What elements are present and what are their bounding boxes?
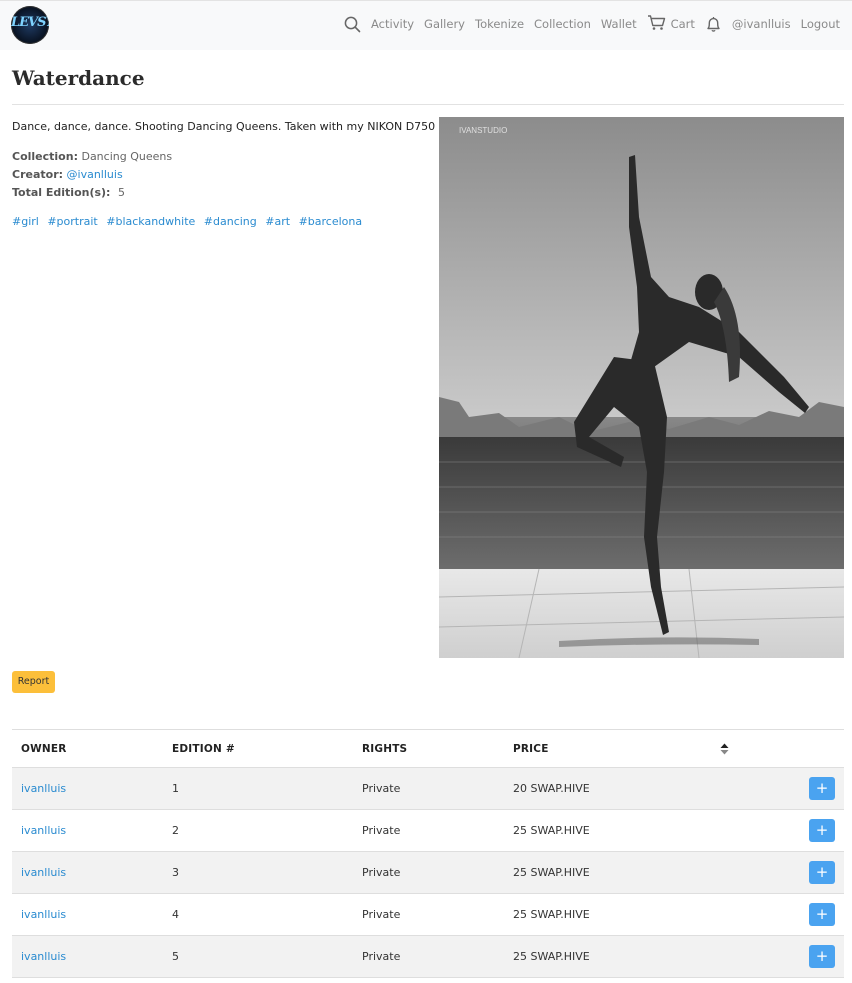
header-edition: EDITION #	[172, 742, 235, 755]
add-to-cart-button[interactable]: +	[809, 945, 835, 968]
owner-link[interactable]: ivanlluis	[21, 950, 66, 963]
add-to-cart-button[interactable]: +	[809, 819, 835, 842]
nft-description: Dance, dance, dance. Shooting Dancing Qu…	[12, 120, 436, 133]
rights-cell: Private	[362, 950, 401, 963]
tag-link[interactable]: #art	[265, 215, 290, 228]
editions-row: Total Edition(s): 5	[12, 186, 125, 199]
site-logo[interactable]: LEVSY	[11, 6, 49, 44]
photo-watermark: IVANSTUDIO	[459, 126, 507, 135]
nav-link-activity[interactable]: Activity	[371, 17, 414, 31]
owner-link[interactable]: ivanlluis	[21, 782, 66, 795]
table-row: ivanlluis 3 Private 25 SWAP.HIVE +	[12, 852, 844, 894]
owner-cell: ivanlluis	[21, 936, 66, 977]
editions-label: Total Edition(s):	[12, 186, 111, 199]
creator-row: Creator: @ivanlluis	[12, 168, 123, 181]
table-row: ivanlluis 4 Private 25 SWAP.HIVE +	[12, 894, 844, 936]
editions-table: OWNER EDITION # RIGHTS PRICE ivanlluis 1…	[12, 729, 844, 978]
creator-link[interactable]: @ivanlluis	[67, 168, 123, 181]
edition-cell: 2	[172, 824, 179, 837]
nav-user-link[interactable]: @ivanlluis	[732, 17, 791, 31]
top-navbar: LEVSY Activity Gallery Tokenize Collecti…	[0, 0, 852, 50]
tag-link[interactable]: #portrait	[47, 215, 97, 228]
editions-value: 5	[117, 186, 125, 199]
price-cell: 25 SWAP.HIVE	[513, 824, 590, 837]
tag-link[interactable]: #dancing	[204, 215, 257, 228]
nav-link-cart: Cart	[670, 17, 695, 31]
cart-icon	[647, 14, 666, 35]
rights-cell: Private	[362, 866, 401, 879]
edition-cell: 4	[172, 908, 179, 921]
tag-list: #girl #portrait #blackandwhite #dancing …	[12, 215, 367, 228]
nft-image[interactable]: IVANSTUDIO	[439, 117, 844, 658]
plus-icon: +	[815, 779, 829, 797]
price-cell: 25 SWAP.HIVE	[513, 950, 590, 963]
owner-cell: ivanlluis	[21, 894, 66, 935]
plus-icon: +	[815, 863, 829, 881]
owner-cell: ivanlluis	[21, 852, 66, 893]
header-price: PRICE	[513, 742, 549, 755]
collection-label: Collection:	[12, 150, 78, 163]
owner-link[interactable]: ivanlluis	[21, 824, 66, 837]
header-rights: RIGHTS	[362, 742, 408, 755]
nav-cart[interactable]: Cart	[647, 14, 695, 35]
owner-cell: ivanlluis	[21, 810, 66, 851]
edition-cell: 3	[172, 866, 179, 879]
add-to-cart-button[interactable]: +	[809, 777, 835, 800]
price-cell: 25 SWAP.HIVE	[513, 866, 590, 879]
page-title: Waterdance	[12, 66, 145, 90]
sort-icon[interactable]	[720, 730, 729, 767]
dancer-photo: IVANSTUDIO	[439, 117, 844, 658]
price-cell: 25 SWAP.HIVE	[513, 908, 590, 921]
tag-link[interactable]: #blackandwhite	[106, 215, 195, 228]
collection-row: Collection: Dancing Queens	[12, 150, 172, 163]
nav-logout-link[interactable]: Logout	[801, 17, 840, 31]
add-to-cart-button[interactable]: +	[809, 861, 835, 884]
creator-label: Creator:	[12, 168, 64, 181]
tag-link[interactable]: #girl	[12, 215, 39, 228]
owner-link[interactable]: ivanlluis	[21, 866, 66, 879]
nav-link-wallet[interactable]: Wallet	[601, 17, 637, 31]
report-button[interactable]: Report	[12, 671, 55, 693]
table-header-row: OWNER EDITION # RIGHTS PRICE	[12, 730, 844, 768]
table-row: ivanlluis 5 Private 25 SWAP.HIVE +	[12, 936, 844, 978]
collection-value: Dancing Queens	[81, 150, 173, 163]
nav-link-gallery[interactable]: Gallery	[424, 17, 465, 31]
add-to-cart-button[interactable]: +	[809, 903, 835, 926]
nav-link-collection[interactable]: Collection	[534, 17, 591, 31]
rights-cell: Private	[362, 908, 401, 921]
title-divider	[12, 104, 844, 105]
site-logo-text: LEVSY	[11, 15, 49, 30]
tag-link[interactable]: #barcelona	[299, 215, 363, 228]
table-row: ivanlluis 2 Private 25 SWAP.HIVE +	[12, 810, 844, 852]
search-icon[interactable]	[344, 16, 361, 33]
nav-menu: Activity Gallery Tokenize Collection Wal…	[334, 1, 840, 47]
edition-cell: 1	[172, 782, 179, 795]
plus-icon: +	[815, 821, 829, 839]
plus-icon: +	[815, 947, 829, 965]
bell-icon[interactable]	[705, 16, 722, 33]
owner-cell: ivanlluis	[21, 768, 66, 809]
header-owner: OWNER	[21, 742, 67, 755]
plus-icon: +	[815, 905, 829, 923]
owner-link[interactable]: ivanlluis	[21, 908, 66, 921]
edition-cell: 5	[172, 950, 179, 963]
table-row: ivanlluis 1 Private 20 SWAP.HIVE +	[12, 768, 844, 810]
rights-cell: Private	[362, 824, 401, 837]
price-cell: 20 SWAP.HIVE	[513, 782, 590, 795]
nav-link-tokenize[interactable]: Tokenize	[475, 17, 524, 31]
rights-cell: Private	[362, 782, 401, 795]
